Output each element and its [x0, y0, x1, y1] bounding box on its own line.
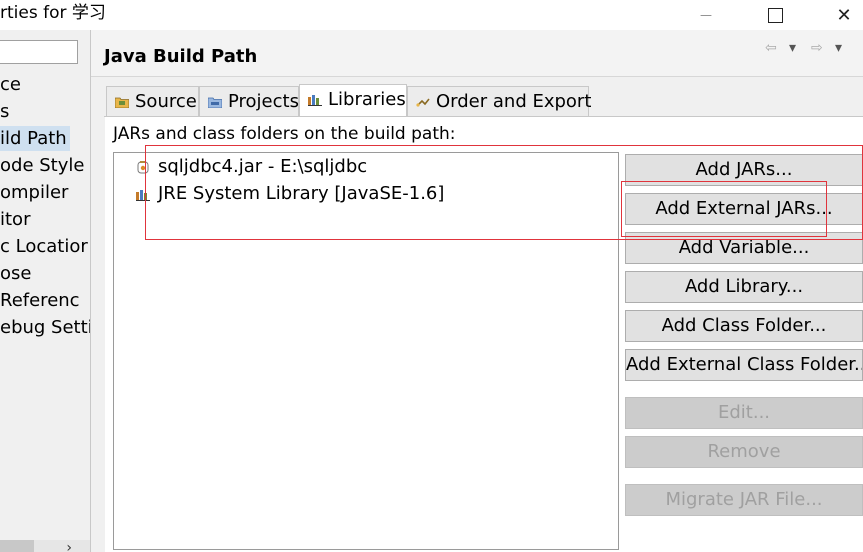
horizontal-scrollbar[interactable]: ›: [0, 540, 90, 552]
tab-source[interactable]: Source: [106, 86, 199, 116]
migrate-jar-button[interactable]: Migrate JAR File...: [625, 484, 863, 516]
nav-item-java-editor[interactable]: itor: [0, 207, 30, 232]
projects-icon: [208, 97, 222, 108]
add-jars-button[interactable]: Add JARs...: [625, 154, 863, 186]
nav-item-java-code-style[interactable]: ode Style: [0, 153, 84, 178]
tab-label: Libraries: [328, 89, 406, 110]
order-export-icon: [416, 98, 430, 107]
add-external-class-folder-button[interactable]: Add External Class Folder...: [625, 349, 863, 381]
libraries-icon: [308, 95, 322, 106]
add-variable-button[interactable]: Add Variable...: [625, 232, 863, 264]
minimize-icon: —: [700, 8, 712, 22]
maximize-icon: [767, 7, 783, 23]
forward-menu-icon[interactable]: ▾: [835, 40, 842, 56]
nav-item-resource[interactable]: ce: [0, 72, 21, 97]
nav-item-project-references[interactable]: Referenc: [0, 288, 80, 313]
close-button[interactable]: ✕: [821, 0, 863, 30]
back-arrow-icon[interactable]: ⇦: [765, 40, 777, 56]
nav-item-javadoc-location[interactable]: c Locatior: [0, 234, 88, 259]
title-bar: [0, 0, 863, 30]
tab-projects[interactable]: Projects: [199, 86, 299, 116]
nav-item-java-build-path[interactable]: ild Path: [0, 126, 70, 151]
remove-button[interactable]: Remove: [625, 436, 863, 468]
add-class-folder-button[interactable]: Add Class Folder...: [625, 310, 863, 342]
preference-tree: ce s ild Path ode Style ompiler itor c L…: [0, 30, 90, 552]
tab-order-and-export[interactable]: Order and Export: [407, 86, 592, 116]
nav-item-jpa-close[interactable]: ose: [0, 261, 31, 286]
jar-icon: [137, 161, 149, 174]
library-icon: [136, 190, 150, 201]
minimize-button[interactable]: —: [683, 0, 729, 30]
tab-label: Order and Export: [436, 91, 592, 112]
add-external-jars-button[interactable]: Add External JARs...: [625, 193, 863, 225]
nav-item-run-debug-settings[interactable]: ebug Setti: [0, 315, 90, 340]
nav-item-builders[interactable]: s: [0, 99, 9, 124]
maximize-button[interactable]: [752, 0, 798, 30]
add-library-button[interactable]: Add Library...: [625, 271, 863, 303]
window-title: rties for 学习: [0, 3, 106, 23]
scrollbar-thumb[interactable]: [0, 540, 34, 552]
close-icon: ✕: [836, 4, 852, 26]
page-title: Java Build Path: [104, 46, 258, 67]
library-entry-label: JRE System Library [JavaSE-1.6]: [158, 183, 445, 204]
tab-label: Projects: [228, 91, 299, 112]
filter-input[interactable]: [0, 40, 78, 64]
library-tree[interactable]: sqljdbc4.jar - E:\sqljdbc JRE System Lib…: [113, 152, 619, 550]
edit-button[interactable]: Edit...: [625, 397, 863, 429]
library-entry-label: sqljdbc4.jar - E:\sqljdbc: [158, 156, 368, 177]
nav-item-java-compiler[interactable]: ompiler: [0, 180, 68, 205]
build-path-label: JARs and class folders on the build path…: [113, 124, 456, 144]
tab-label: Source: [135, 91, 197, 112]
source-folder-icon: [115, 97, 129, 108]
tab-libraries[interactable]: Libraries: [299, 84, 407, 116]
back-menu-icon[interactable]: ▾: [789, 40, 796, 56]
scroll-right-icon[interactable]: ›: [66, 540, 72, 552]
forward-arrow-icon[interactable]: ⇨: [811, 40, 823, 56]
